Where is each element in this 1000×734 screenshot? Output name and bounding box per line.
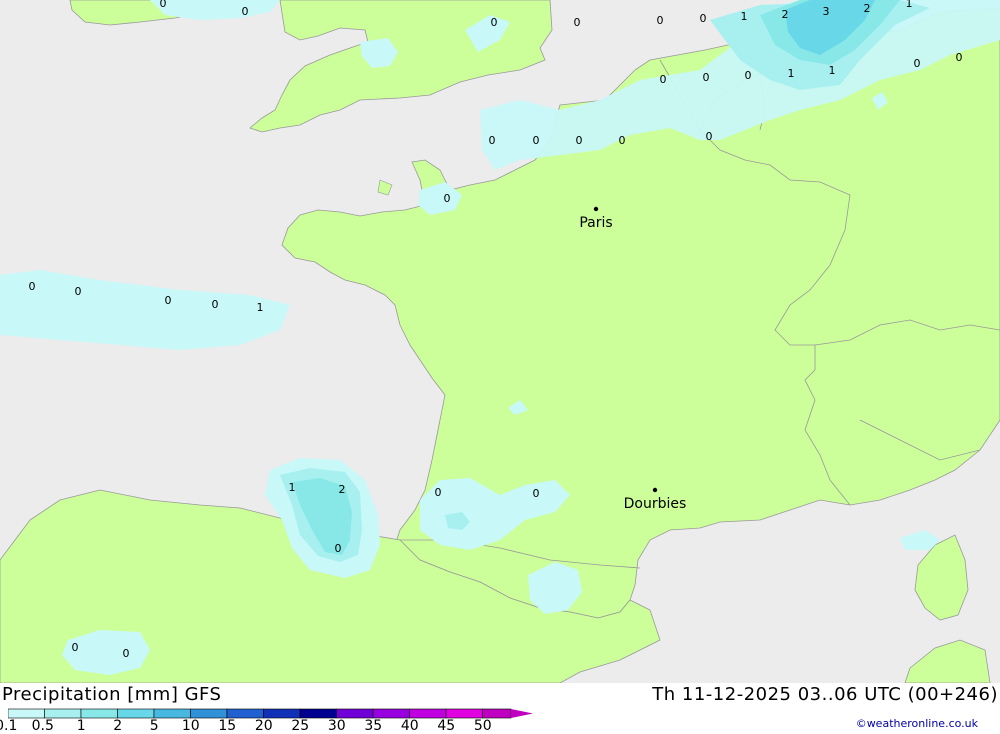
color-swatch <box>190 708 228 719</box>
precip-value-label: 2 <box>339 483 346 496</box>
scale-tick-label: 40 <box>400 718 419 734</box>
precip-value-label: 0 <box>956 51 963 64</box>
precip-value-label: 0 <box>706 130 713 143</box>
dourbies-marker <box>652 487 658 493</box>
legend-bar: Precipitation [mm] GFS Th 11-12-2025 03.… <box>0 683 1000 734</box>
precip-value-label: 0 <box>574 16 581 29</box>
map-timestamp: Th 11-12-2025 03..06 UTC (00+246) <box>652 684 998 705</box>
map-title: Precipitation [mm] GFS <box>2 684 222 705</box>
color-swatch <box>409 708 447 719</box>
color-swatch <box>153 708 191 719</box>
precip-value-label: 0 <box>533 134 540 147</box>
color-swatch <box>226 708 264 719</box>
color-swatch <box>8 708 45 719</box>
precip-value-label: 0 <box>444 192 451 205</box>
precip-value-label: 0 <box>335 542 342 555</box>
precip-value-label: 0 <box>533 487 540 500</box>
color-swatch <box>44 708 82 719</box>
precip-value-label: 0 <box>165 294 172 307</box>
precip-value-label: 0 <box>914 57 921 70</box>
city-label-dourbies: Dourbies <box>624 496 687 512</box>
precip-value-label: 3 <box>823 5 830 18</box>
precip-value-label: 1 <box>257 301 264 314</box>
precip-value-label: 0 <box>700 12 707 25</box>
scale-tick-label: 0.5 <box>31 718 54 734</box>
precip-value-label: 2 <box>864 2 871 15</box>
scale-tick-label: 10 <box>181 718 200 734</box>
precip-value-label: 2 <box>782 8 789 21</box>
precipitation-map: 0 0 0 0 0 0 1 2 3 2 1 0 0 1 1 0 0 0 0 0 0 0 0 0 0 0 0 0 1 1 2 0 0 0 0 0 Par… <box>0 0 1000 683</box>
scale-tick-label: 50 <box>473 718 492 734</box>
color-swatch <box>80 708 118 719</box>
precip-value-label: 0 <box>703 71 710 84</box>
color-swatch <box>263 708 301 719</box>
precip-value-label: 0 <box>75 285 82 298</box>
precip-value-label: 0 <box>619 134 626 147</box>
precip-value-label: 0 <box>491 16 498 29</box>
precip-value-label: 1 <box>906 0 913 10</box>
color-swatch <box>445 708 483 719</box>
precip-value-label: 0 <box>123 647 130 660</box>
color-scale <box>8 708 533 719</box>
scale-tick-label: 30 <box>327 718 346 734</box>
precip-value-label: 0 <box>72 641 79 654</box>
credit-text: ©weatheronline.co.uk <box>855 717 978 730</box>
scale-tick-label: 45 <box>437 718 456 734</box>
precip-value-label: 1 <box>829 64 836 77</box>
precip-value-label: 0 <box>745 69 752 82</box>
color-scale-arrow <box>511 709 533 718</box>
precip-value-label: 0 <box>435 486 442 499</box>
scale-tick-label: 5 <box>149 718 159 734</box>
precip-value-label: 0 <box>212 298 219 311</box>
color-swatch <box>372 708 410 719</box>
color-swatch <box>482 708 512 719</box>
scale-tick-label: 1 <box>76 718 86 734</box>
precip-value-label: 0 <box>489 134 496 147</box>
scale-tick-label: 35 <box>364 718 383 734</box>
precip-value-label: 0 <box>29 280 36 293</box>
paris-marker <box>593 206 599 212</box>
precip-value-label: 0 <box>242 5 249 18</box>
precip-value-label: 0 <box>160 0 167 10</box>
color-swatch <box>299 708 337 719</box>
scale-tick-label: 2 <box>113 718 123 734</box>
color-swatch <box>336 708 374 719</box>
precip-value-label: 0 <box>657 14 664 27</box>
scale-tick-label: 25 <box>291 718 310 734</box>
precip-value-label: 1 <box>788 67 795 80</box>
city-label-paris: Paris <box>579 215 612 231</box>
color-swatch <box>117 708 155 719</box>
precip-value-label: 0 <box>660 73 667 86</box>
precip-value-label: 1 <box>289 481 296 494</box>
scale-tick-label: 15 <box>218 718 237 734</box>
precip-value-label: 1 <box>741 10 748 23</box>
precip-value-label: 0 <box>576 134 583 147</box>
scale-tick-label: 20 <box>254 718 273 734</box>
scale-tick-label: 0.1 <box>0 718 18 734</box>
